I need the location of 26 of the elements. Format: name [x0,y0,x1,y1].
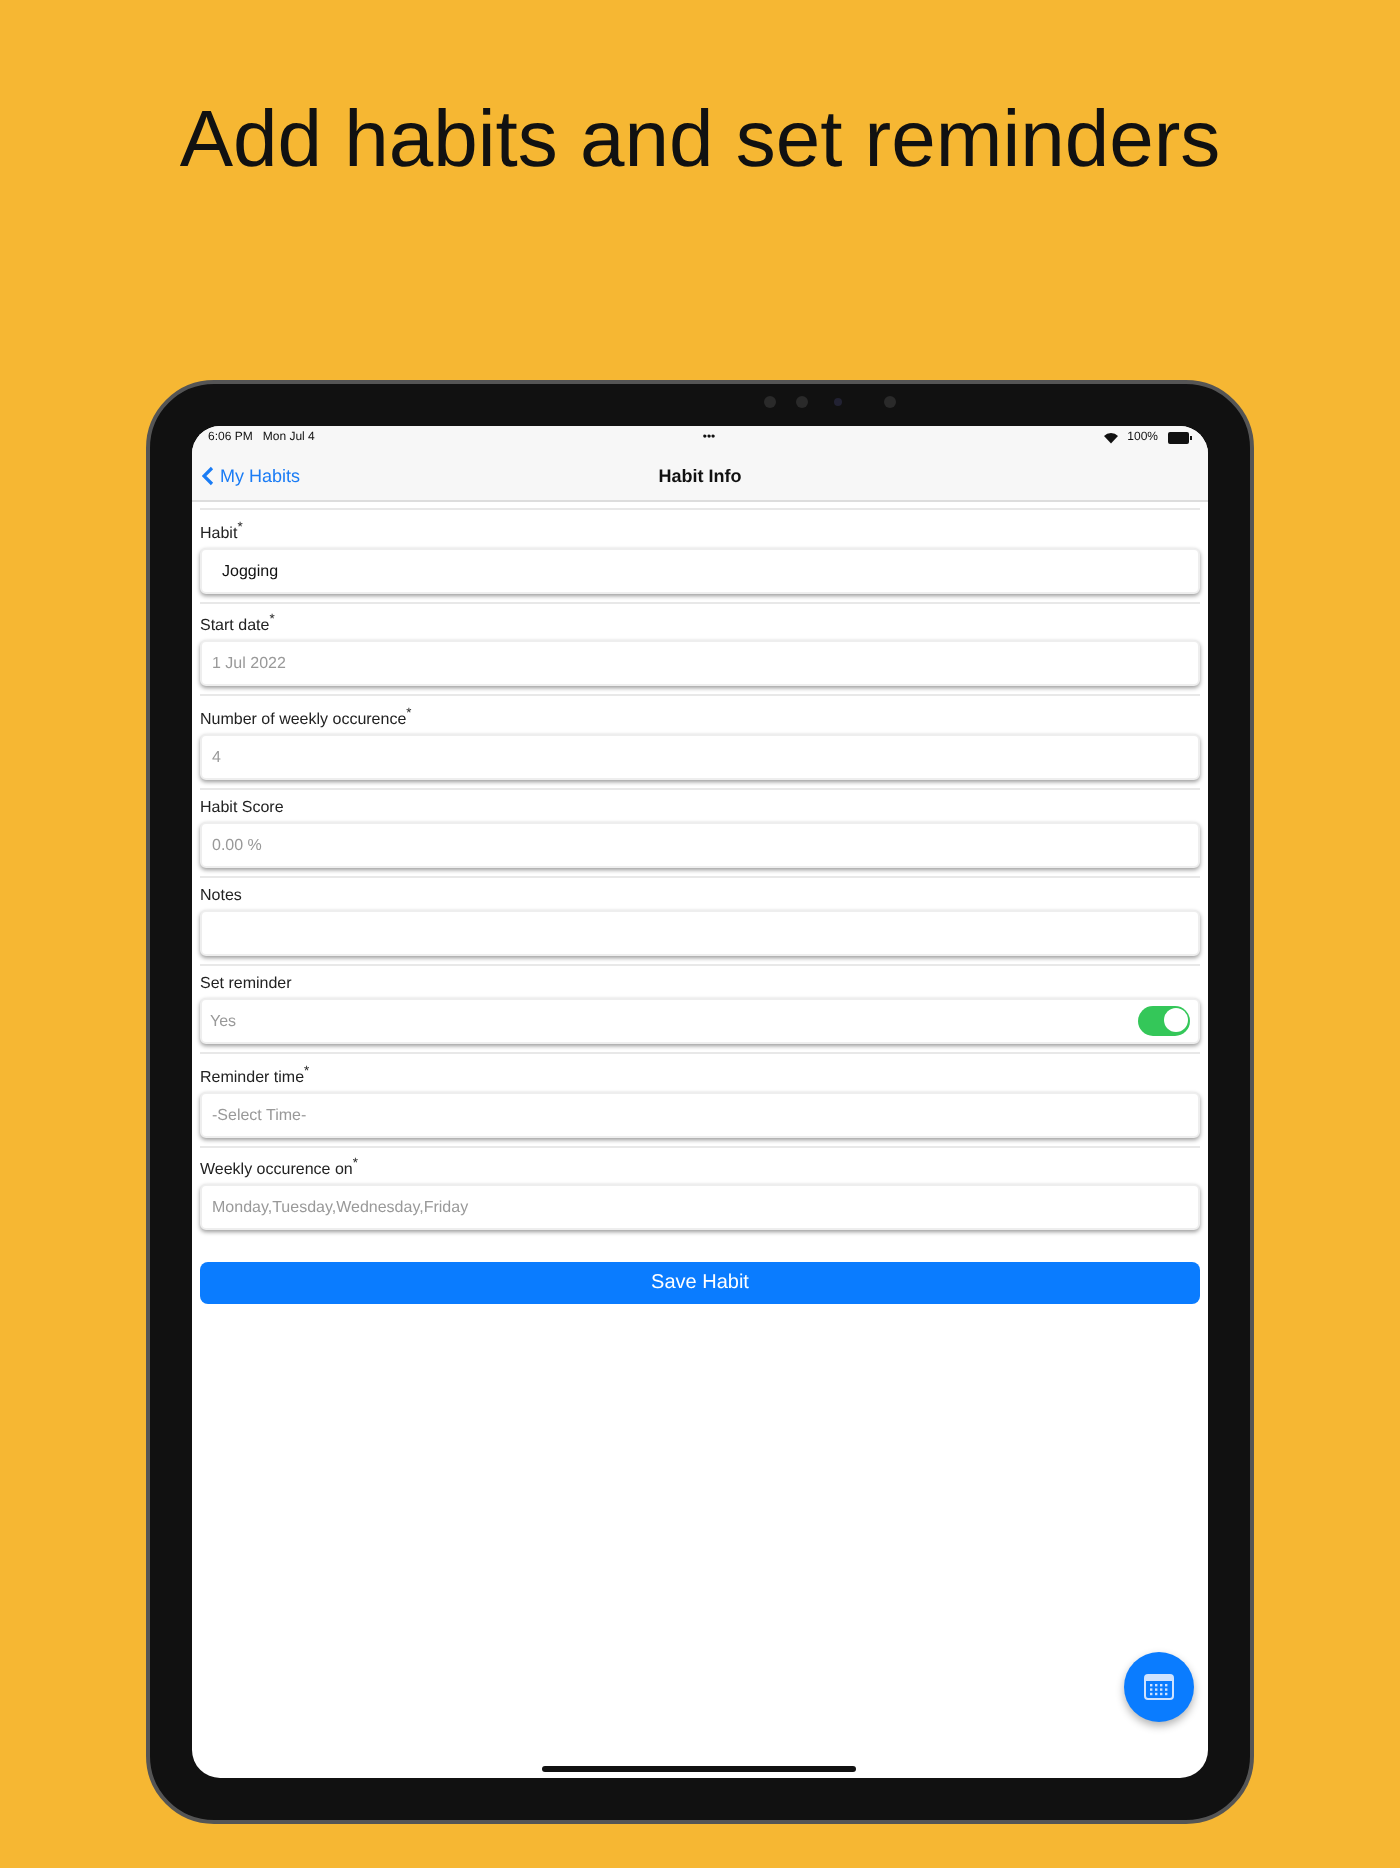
wifi-icon [1103,432,1118,444]
field-label: Start date$^{*}$ [200,611,277,637]
input-field[interactable]: 4 [200,733,1200,780]
input-field[interactable]: 0.00 % [200,821,1200,868]
input-field[interactable]: 1 Jul 2022 [200,640,1200,687]
input-field[interactable]: Jogging [200,547,1200,594]
chevron-left-icon [202,465,214,485]
screen-title: Habit Info [658,465,742,485]
field-label: Notes [200,883,244,906]
toggle-value: Yes [210,1011,239,1030]
field-label: Number of weekly occurence$^{*}$ [200,704,414,730]
input-field[interactable] [200,909,1200,956]
toggle-switch[interactable] [1138,1005,1190,1036]
field-label: Set reminder [200,971,294,994]
calendar-button[interactable] [1124,1652,1194,1722]
calendar-icon [1144,1674,1174,1700]
field-label: Weekly occurence on$^{*}$ [200,1155,360,1181]
battery-icon [1168,432,1193,444]
save-button[interactable]: Save Habit [200,1262,1200,1305]
back-link[interactable]: My Habits [202,465,301,485]
field-label: Reminder time$^{*}$ [200,1061,312,1088]
input-field[interactable]: -Select Time- [200,1091,1200,1138]
field-label: Habit Score [200,795,286,818]
field-label: Habit$^{*}$ [200,518,245,544]
headline: Add habits and set reminders [179,94,1221,188]
input-field[interactable]: Monday,Tuesday,Wednesday,Friday [200,1184,1200,1231]
